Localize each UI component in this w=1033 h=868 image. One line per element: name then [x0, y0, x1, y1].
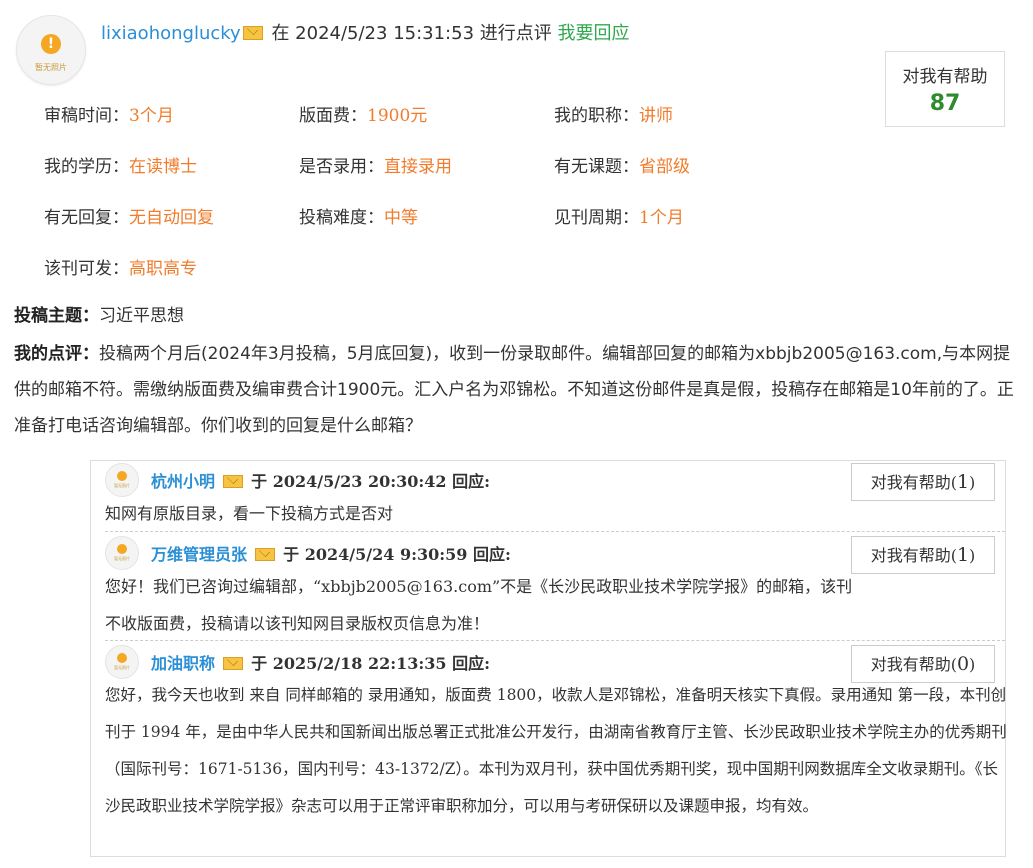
reply-avatar[interactable]: 暂无照片	[105, 463, 139, 497]
mail-icon[interactable]	[222, 475, 243, 488]
reply-header: 万维管理员张 于 2024/5/24 9:30:59 回应:	[151, 541, 511, 565]
review-action: 进行点评	[479, 23, 552, 44]
reply-datetime: 2025/2/18 22:13:35	[272, 654, 447, 673]
helpful-label: 对我有帮助	[870, 655, 951, 674]
review-comment: 我的点评：投稿两个月后(2024年3月投稿，5月底回复)，收到一份录取邮件。编辑…	[14, 336, 1014, 444]
reply-item: 暂无照片 万维管理员张 于 2024/5/24 9:30:59 回应: 对我有帮…	[105, 536, 995, 638]
field-project: 有无课题：省部级	[554, 157, 690, 177]
mail-icon[interactable]	[242, 26, 263, 40]
reply-link[interactable]: 我要回应	[558, 23, 630, 44]
helpful-label: 对我有帮助	[870, 473, 951, 492]
warning-icon: !	[41, 34, 61, 54]
avatar-caption: 暂无照片	[114, 483, 130, 488]
mail-icon[interactable]	[254, 548, 275, 561]
mail-icon[interactable]	[222, 657, 243, 670]
comment-text: 投稿两个月后(2024年3月投稿，5月底回复)，收到一份录取邮件。编辑部回复的邮…	[14, 344, 1014, 436]
field-publish-cycle: 见刊周期：1个月	[554, 208, 684, 228]
helpful-count: 1	[956, 544, 970, 566]
helpful-count: 1	[956, 471, 970, 493]
reply-suffix: 回应:	[452, 654, 491, 673]
reply-divider	[105, 531, 1005, 532]
reply-item: 暂无照片 杭州小明 于 2024/5/23 20:30:42 回应: 对我有帮助…	[105, 463, 995, 531]
topic-label: 投稿主题：	[14, 306, 99, 326]
topic-value: 习近平思想	[99, 306, 184, 326]
avatar-caption: 暂无照片	[35, 63, 67, 72]
reply-datetime: 2024/5/24 9:30:59	[304, 545, 468, 564]
field-review-time: 审稿时间：3个月	[44, 106, 174, 126]
reply-suffix: 回应:	[473, 545, 511, 564]
reply-body: 您好，我今天也收到 来自 同样邮箱的 录用通知，版面费 1800，收款人是邓锦松…	[105, 686, 1007, 815]
field-page-fee: 版面费：1900元	[299, 106, 428, 126]
review-datetime: 2024/5/23 15:31:53	[295, 23, 475, 44]
helpful-count: 0	[956, 653, 970, 675]
reviewer-username-link[interactable]: lixiaohonglucky	[101, 23, 241, 44]
helpful-vote-button[interactable]: 对我有帮助 87	[885, 51, 1005, 127]
date-prefix: 在	[271, 23, 290, 44]
helpful-count: 87	[929, 91, 961, 116]
warning-icon	[117, 653, 127, 663]
reply-divider	[105, 640, 1005, 641]
reviewer-avatar[interactable]: ! 暂无照片	[16, 15, 86, 85]
avatar-caption: 暂无照片	[114, 665, 130, 670]
reply-username-link[interactable]: 加油职称	[151, 654, 215, 673]
reply-username-link[interactable]: 杭州小明	[151, 472, 215, 491]
submission-topic: 投稿主题：习近平思想	[14, 301, 184, 326]
field-title: 我的职称：讲师	[554, 106, 673, 126]
reply-prefix: 于	[251, 654, 268, 673]
helpful-label: 对我有帮助	[902, 67, 988, 87]
field-accepted: 是否录用：直接录用	[299, 157, 452, 177]
field-reply: 有无回复：无自动回复	[44, 208, 214, 228]
reply-datetime: 2024/5/23 20:30:42	[272, 472, 447, 491]
reply-username-link[interactable]: 万维管理员张	[151, 545, 247, 564]
warning-icon	[117, 471, 127, 481]
field-difficulty: 投稿难度：中等	[299, 208, 418, 228]
reply-avatar[interactable]: 暂无照片	[105, 536, 139, 570]
reply-prefix: 于	[251, 472, 268, 491]
reply-body: 您好！我们已咨询过编辑部，“xbbjb2005@163.com”不是《长沙民政职…	[105, 577, 853, 633]
reply-header: 加油职称 于 2025/2/18 22:13:35 回应:	[151, 650, 490, 674]
reply-header: 杭州小明 于 2024/5/23 20:30:42 回应:	[151, 468, 490, 492]
reply-body: 知网有原版目录，看一下投稿方式是否对	[105, 504, 394, 523]
helpful-label: 对我有帮助	[870, 546, 951, 565]
reply-suffix: 回应:	[452, 472, 491, 491]
replies-panel: 暂无照片 杭州小明 于 2024/5/23 20:30:42 回应: 对我有帮助…	[90, 460, 1007, 857]
avatar-caption: 暂无照片	[114, 556, 130, 561]
reply-avatar[interactable]: 暂无照片	[105, 645, 139, 679]
comment-label: 我的点评：	[14, 344, 99, 364]
reply-prefix: 于	[283, 545, 300, 564]
review-header: lixiaohonglucky 在 2024/5/23 15:31:53 进行点…	[101, 22, 630, 46]
reply-item: 暂无照片 加油职称 于 2025/2/18 22:13:35 回应: 对我有帮助…	[105, 645, 1007, 855]
field-education: 我的学历：在读博士	[44, 157, 197, 177]
warning-icon	[117, 544, 127, 554]
reply-helpful-button[interactable]: 对我有帮助(1)	[851, 536, 995, 574]
field-publishable: 该刊可发：高职高专	[44, 259, 197, 279]
